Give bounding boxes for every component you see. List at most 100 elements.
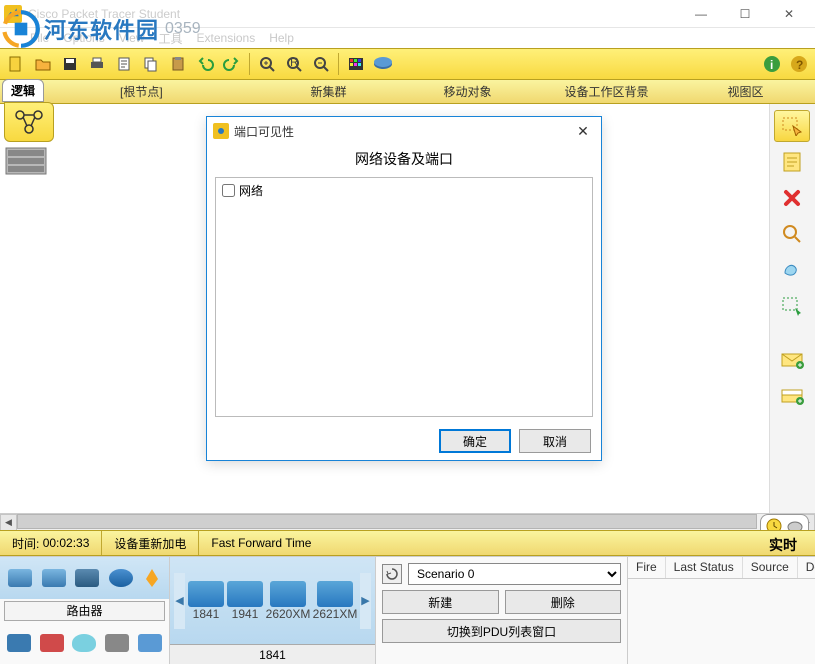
- fast-forward-button[interactable]: Fast Forward Time: [199, 531, 323, 555]
- horizontal-scrollbar[interactable]: ◀ ▶: [0, 513, 815, 530]
- right-toolbar: [769, 104, 815, 513]
- toggle-pdu-list-button[interactable]: 切换到PDU列表窗口: [382, 619, 621, 643]
- window-maximize-button[interactable]: ☐: [723, 0, 767, 28]
- menu-options[interactable]: Options: [63, 31, 104, 45]
- copy-button[interactable]: [139, 52, 163, 76]
- simple-pdu-tool[interactable]: [774, 344, 810, 376]
- menu-help[interactable]: Help: [269, 31, 294, 45]
- zoom-out-button[interactable]: [309, 52, 333, 76]
- network-checkbox-row[interactable]: 网络: [222, 182, 586, 199]
- svg-text:i: i: [770, 58, 773, 72]
- workspace: 端口可见性 ✕ 网络设备及端口 网络 确定 取消: [0, 104, 815, 513]
- pdu-table: Fire Last Status Source Destination: [628, 557, 815, 664]
- device-dialog-button[interactable]: [371, 52, 395, 76]
- undo-button[interactable]: [193, 52, 217, 76]
- window-titlebar: Cisco Packet Tracer Student — ☐ ✕: [0, 0, 815, 28]
- zoom-reset-button[interactable]: R: [282, 52, 306, 76]
- power-cycle-button[interactable]: 设备重新加电: [102, 531, 199, 555]
- scroll-thumb[interactable]: [17, 514, 757, 529]
- print-button[interactable]: [85, 52, 109, 76]
- delete-tool[interactable]: [774, 182, 810, 214]
- move-object-button[interactable]: 移动对象: [398, 83, 537, 100]
- dialog-body: 网络: [215, 177, 593, 417]
- wireless-category-icon[interactable]: [109, 569, 133, 587]
- dialog-titlebar[interactable]: 端口可见性 ✕: [207, 117, 601, 145]
- root-node-label[interactable]: [根节点]: [120, 83, 259, 100]
- device-item-2[interactable]: 2620XM: [266, 581, 310, 621]
- device-category-row-2: [0, 623, 169, 665]
- wizard-button[interactable]: [112, 52, 136, 76]
- window-close-button[interactable]: ✕: [767, 0, 811, 28]
- th-destination[interactable]: Destination: [798, 557, 815, 578]
- network-checkbox-label: 网络: [239, 182, 263, 199]
- inspect-tool[interactable]: [774, 218, 810, 250]
- info-button[interactable]: i: [760, 52, 784, 76]
- complex-pdu-tool[interactable]: [774, 380, 810, 412]
- th-source[interactable]: Source: [743, 557, 798, 578]
- device-scroll-right[interactable]: ▶: [360, 573, 371, 629]
- hubs-category-icon[interactable]: [75, 569, 99, 587]
- device-scroll-left[interactable]: ◀: [174, 573, 185, 629]
- resize-tool[interactable]: [774, 290, 810, 322]
- scenario-panel: Scenario 0 新建 删除 切换到PDU列表窗口: [376, 557, 628, 664]
- redo-button[interactable]: [220, 52, 244, 76]
- th-fire[interactable]: Fire: [628, 557, 666, 578]
- security-category-icon[interactable]: [40, 634, 64, 652]
- device-category-row-1: [0, 557, 169, 599]
- dialog-icon: [213, 123, 229, 139]
- custom-category-icon[interactable]: [105, 634, 129, 652]
- menu-tools[interactable]: 工具: [159, 30, 183, 47]
- routers-category-icon[interactable]: [8, 569, 32, 587]
- device-category-panel: 路由器: [0, 557, 170, 664]
- viewport-button[interactable]: 视图区: [676, 83, 815, 100]
- open-file-button[interactable]: [31, 52, 55, 76]
- th-last-status[interactable]: Last Status: [666, 557, 743, 578]
- time-cell: 时间: 00:02:33: [0, 531, 102, 555]
- network-checkbox[interactable]: [222, 184, 235, 197]
- multiuser-category-icon[interactable]: [138, 634, 162, 652]
- scenario-new-button[interactable]: 新建: [382, 590, 499, 614]
- realtime-tab-label[interactable]: 实时: [769, 535, 797, 555]
- workspace-background-button[interactable]: 设备工作区背景: [537, 83, 676, 100]
- selected-category-name: 路由器: [4, 601, 165, 621]
- window-minimize-button[interactable]: —: [679, 0, 723, 28]
- zoom-in-button[interactable]: [255, 52, 279, 76]
- workspace-bar: 逻辑 [根节点] 新集群 移动对象 设备工作区背景 视图区: [0, 80, 815, 104]
- save-button[interactable]: [58, 52, 82, 76]
- dialog-close-button[interactable]: ✕: [571, 123, 595, 140]
- dialog-title: 端口可见性: [234, 123, 571, 140]
- workspace-canvas[interactable]: 端口可见性 ✕ 网络设备及端口 网络 确定 取消: [54, 104, 769, 513]
- help-button[interactable]: ?: [787, 52, 811, 76]
- device-item-0[interactable]: 1841: [188, 581, 224, 621]
- device-item-1[interactable]: 1941: [227, 581, 263, 621]
- end-devices-category-icon[interactable]: [7, 634, 31, 652]
- logic-tab[interactable]: 逻辑: [2, 79, 44, 102]
- menu-extensions[interactable]: Extensions: [197, 31, 256, 45]
- new-file-button[interactable]: [4, 52, 28, 76]
- logical-view-icon[interactable]: [4, 102, 54, 142]
- connections-category-icon[interactable]: [143, 567, 161, 589]
- select-tool[interactable]: [774, 110, 810, 142]
- switches-category-icon[interactable]: [42, 569, 66, 587]
- scenario-select[interactable]: Scenario 0: [408, 563, 621, 585]
- cluster-icon[interactable]: [4, 146, 48, 176]
- scenario-delete-button[interactable]: 删除: [505, 590, 622, 614]
- scenario-cycle-button[interactable]: [382, 564, 402, 584]
- pdu-table-header: Fire Last Status Source Destination: [628, 557, 815, 579]
- new-cluster-button[interactable]: 新集群: [259, 83, 398, 100]
- device-item-3[interactable]: 2621XM: [313, 581, 357, 621]
- note-tool[interactable]: [774, 146, 810, 178]
- wan-category-icon[interactable]: [72, 634, 96, 652]
- dialog-cancel-button[interactable]: 取消: [519, 429, 591, 453]
- bottom-panel: 路由器 ◀ 1841 1941 2620XM 2621XM ▶ 1841 Sce…: [0, 556, 815, 664]
- draw-shape-tool[interactable]: [774, 254, 810, 286]
- dialog-ok-button[interactable]: 确定: [439, 429, 511, 453]
- menu-view[interactable]: View: [119, 31, 145, 45]
- scroll-track[interactable]: [17, 514, 798, 531]
- palette-button[interactable]: [344, 52, 368, 76]
- menu-file[interactable]: File: [30, 31, 49, 45]
- paste-button[interactable]: [166, 52, 190, 76]
- time-bar: 时间: 00:02:33 设备重新加电 Fast Forward Time 实时: [0, 530, 815, 556]
- device-scroll-row: ◀ 1841 1941 2620XM 2621XM ▶: [170, 557, 375, 644]
- scroll-left-button[interactable]: ◀: [0, 514, 17, 531]
